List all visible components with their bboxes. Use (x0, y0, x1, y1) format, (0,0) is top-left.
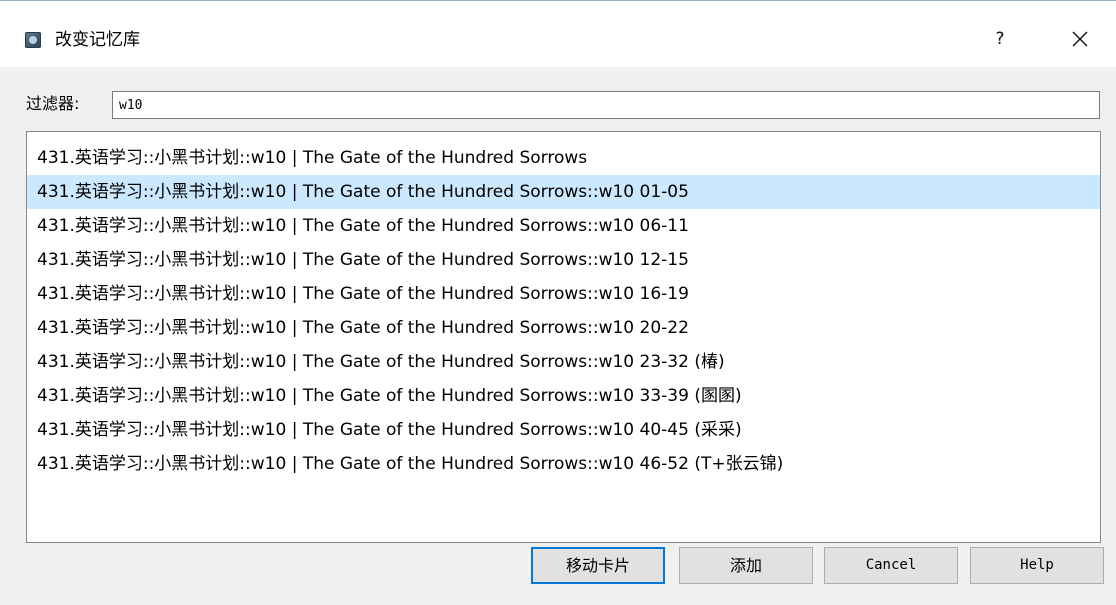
deck-list-item[interactable]: 431.英语学习::小黑书计划::w10 | The Gate of the H… (27, 209, 1100, 243)
close-icon[interactable] (1068, 27, 1092, 51)
help-button[interactable]: Help (970, 547, 1104, 584)
deck-list-item[interactable]: 431.英语学习::小黑书计划::w10 | The Gate of the H… (27, 413, 1100, 447)
move-cards-button[interactable]: 移动卡片 (531, 547, 665, 584)
deck-list-items: 431.英语学习::小黑书计划::w10 | The Gate of the H… (27, 132, 1100, 481)
deck-list-item[interactable]: 431.英语学习::小黑书计划::w10 | The Gate of the H… (27, 277, 1100, 311)
deck-list-item[interactable]: 431.英语学习::小黑书计划::w10 | The Gate of the H… (27, 311, 1100, 345)
change-deck-dialog: 改变记忆库 ? 过滤器: 431.英语学习::小黑书计划::w10 | The … (0, 0, 1116, 605)
filter-input[interactable] (112, 91, 1100, 119)
help-icon-button[interactable]: ? (990, 27, 1010, 51)
app-icon (25, 32, 41, 48)
deck-list-item[interactable]: 431.英语学习::小黑书计划::w10 | The Gate of the H… (27, 141, 1100, 175)
title-bar: 改变记忆库 ? (0, 1, 1116, 67)
add-button[interactable]: 添加 (679, 547, 813, 584)
deck-list-item[interactable]: 431.英语学习::小黑书计划::w10 | The Gate of the H… (27, 243, 1100, 277)
deck-list-item[interactable]: 431.英语学习::小黑书计划::w10 | The Gate of the H… (27, 379, 1100, 413)
deck-list[interactable]: 431.英语学习::小黑书计划::w10 | The Gate of the H… (26, 131, 1101, 543)
deck-list-item[interactable]: 431.英语学习::小黑书计划::w10 | The Gate of the H… (27, 345, 1100, 379)
cancel-button[interactable]: Cancel (824, 547, 958, 584)
window-title: 改变记忆库 (55, 30, 140, 50)
filter-label: 过滤器: (26, 94, 80, 113)
deck-list-item[interactable]: 431.英语学习::小黑书计划::w10 | The Gate of the H… (27, 447, 1100, 481)
deck-list-item[interactable]: 431.英语学习::小黑书计划::w10 | The Gate of the H… (27, 175, 1100, 209)
